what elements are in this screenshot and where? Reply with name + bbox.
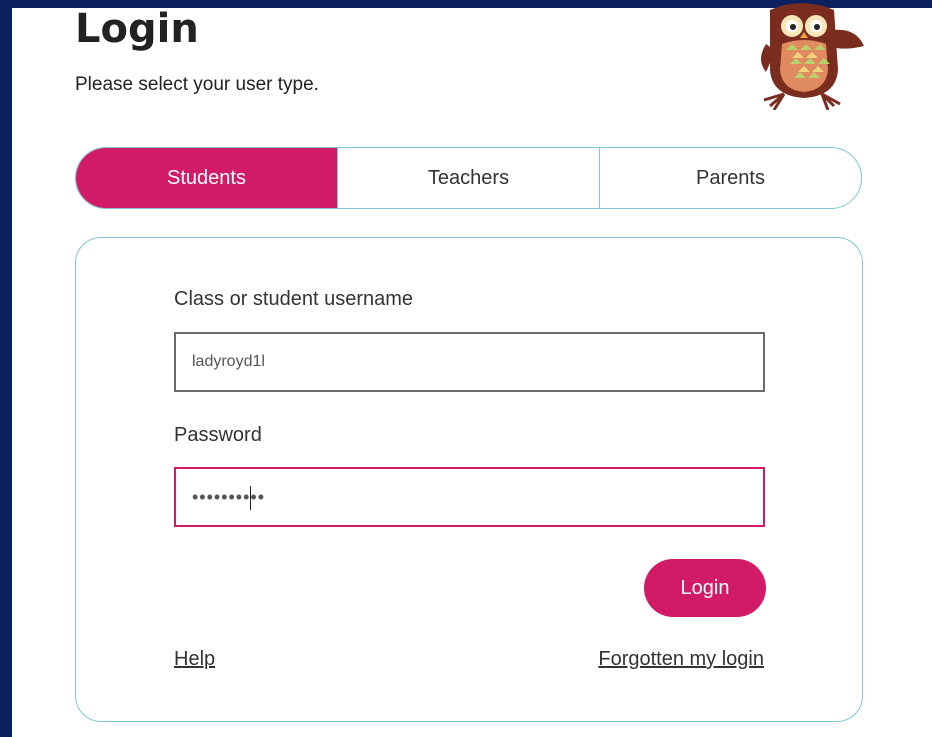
- tab-label: Parents: [696, 166, 765, 189]
- user-type-tabs: Students Teachers Parents: [75, 147, 862, 209]
- password-field[interactable]: [174, 467, 765, 527]
- tab-teachers[interactable]: Teachers: [337, 148, 599, 208]
- page-subtitle: Please select your user type.: [75, 74, 319, 95]
- login-panel: Login Please select your user type. Stud…: [12, 3, 932, 737]
- tab-parents[interactable]: Parents: [599, 148, 861, 208]
- forgotten-login-link[interactable]: Forgotten my login: [598, 648, 764, 671]
- tab-students[interactable]: Students: [76, 148, 337, 208]
- page-title: Login: [75, 6, 199, 52]
- tab-label: Students: [167, 166, 246, 189]
- text-caret: [250, 486, 251, 510]
- help-link[interactable]: Help: [174, 648, 215, 671]
- tab-label: Teachers: [427, 166, 510, 189]
- owl-mascot-icon: [761, 3, 864, 110]
- username-label: Class or student username: [174, 288, 414, 310]
- username-field[interactable]: [174, 332, 765, 392]
- login-button[interactable]: Login: [644, 559, 766, 617]
- password-label: Password: [174, 424, 262, 446]
- login-form-card: Class or student username Password Login…: [75, 237, 863, 722]
